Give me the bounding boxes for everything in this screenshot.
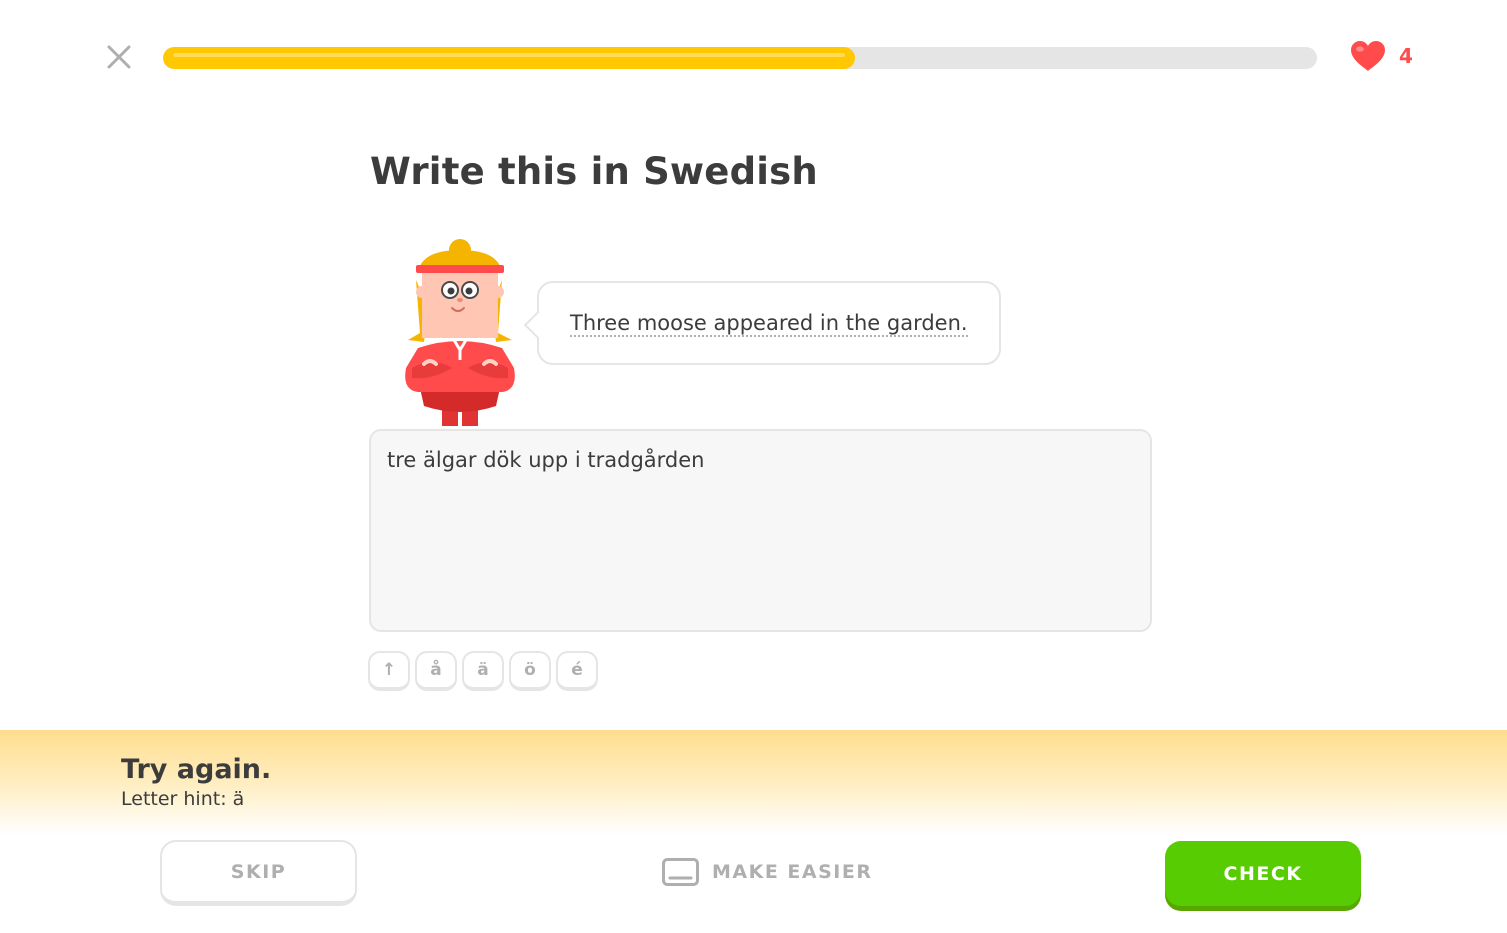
page-title: Write this in Swedish: [370, 150, 818, 193]
feedback-banner: Try again. Letter hint: ä: [0, 730, 1507, 835]
hearts-counter[interactable]: 4: [1349, 40, 1413, 72]
close-button[interactable]: [104, 42, 134, 72]
feedback-hint: Letter hint: ä: [121, 788, 245, 810]
key-a-ring[interactable]: å: [415, 651, 457, 691]
check-button[interactable]: CHECK: [1165, 841, 1361, 906]
special-character-keys: ↑ å ä ö é: [368, 651, 598, 691]
make-easier-label: MAKE EASIER: [712, 861, 873, 883]
feedback-title: Try again.: [121, 754, 272, 785]
prompt-sentence[interactable]: Three moose appeared in the garden.: [570, 311, 968, 337]
speech-bubble: Three moose appeared in the garden.: [523, 281, 1001, 365]
lesson-progress-bar: [163, 47, 1317, 69]
speech-bubble-tail: [523, 310, 553, 340]
key-o-umlaut[interactable]: ö: [509, 651, 551, 691]
key-a-umlaut[interactable]: ä: [462, 651, 504, 691]
heart-icon: [1351, 41, 1385, 71]
key-e-acute[interactable]: é: [556, 651, 598, 691]
keyboard-icon: [662, 858, 699, 886]
make-easier-button[interactable]: MAKE EASIER: [662, 858, 872, 886]
answer-input[interactable]: tre älgar dök upp i tradgården: [369, 429, 1152, 632]
character-illustration: [392, 238, 528, 430]
shift-arrow-icon: ↑: [381, 660, 397, 680]
progress-fill: [163, 47, 856, 69]
lily-character: [405, 239, 515, 426]
shift-key[interactable]: ↑: [368, 651, 410, 691]
close-icon: [107, 45, 131, 69]
skip-button[interactable]: SKIP: [160, 840, 357, 906]
hearts-count: 4: [1399, 44, 1413, 68]
